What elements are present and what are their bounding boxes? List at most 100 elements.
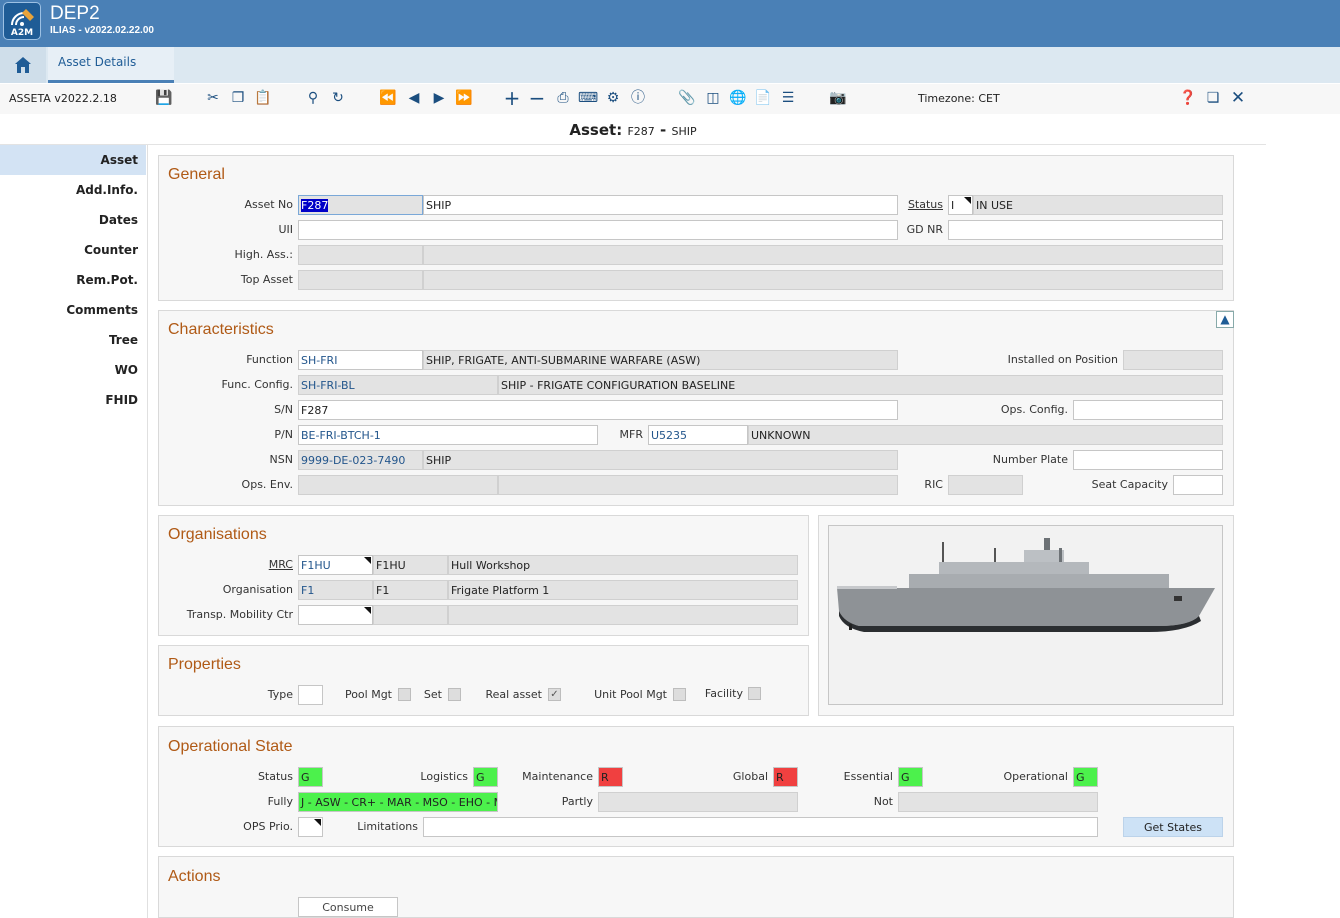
next-icon[interactable]: ▶ bbox=[430, 89, 448, 107]
func-config-label: Func. Config. bbox=[221, 378, 294, 391]
document-icon[interactable]: 📄 bbox=[754, 89, 772, 107]
seat-capacity-field[interactable] bbox=[1173, 475, 1223, 495]
number-plate-field[interactable] bbox=[1073, 450, 1223, 470]
sidebar-item-add-info[interactable]: Add.Info. bbox=[0, 175, 146, 205]
a2m-logo: A2M bbox=[3, 2, 41, 40]
get-states-button[interactable]: Get States bbox=[1123, 817, 1223, 837]
maintenance-indicator: R bbox=[598, 767, 623, 787]
remove-icon[interactable]: − bbox=[528, 88, 546, 108]
ops-config-field[interactable] bbox=[1073, 400, 1223, 420]
sidebar-item-fhid[interactable]: FHID bbox=[0, 385, 146, 415]
page-title: Asset: F287 - SHIP bbox=[0, 121, 1266, 145]
operational-indicator: G bbox=[1073, 767, 1098, 787]
transp-mobility-select[interactable] bbox=[298, 605, 373, 625]
prev-icon[interactable]: ◀ bbox=[405, 89, 423, 107]
sidebar-item-dates[interactable]: Dates bbox=[0, 205, 146, 235]
ops-prio-select[interactable] bbox=[298, 817, 323, 837]
camera-icon[interactable]: 📷 bbox=[829, 89, 847, 107]
refresh-icon[interactable]: ↻ bbox=[329, 89, 347, 107]
info-icon[interactable]: ⓘ bbox=[629, 89, 647, 107]
gdnr-field[interactable] bbox=[948, 220, 1223, 240]
search-icon[interactable]: ⚲ bbox=[304, 89, 322, 107]
ops-prio-label: OPS Prio. bbox=[243, 820, 293, 833]
status-label[interactable]: Status bbox=[880, 198, 943, 211]
ric-field bbox=[948, 475, 1023, 495]
ric-label: RIC bbox=[924, 478, 943, 491]
op-status-indicator: G bbox=[298, 767, 323, 787]
op-status-label: Status bbox=[257, 770, 293, 783]
mrc-code-select[interactable]: F1HU bbox=[298, 555, 373, 575]
print-icon[interactable]: ⎙ bbox=[554, 89, 572, 107]
sidebar-item-counter[interactable]: Counter bbox=[0, 235, 146, 265]
essential-indicator: G bbox=[898, 767, 923, 787]
function-desc-field: SHIP, FRIGATE, ANTI-SUBMARINE WARFARE (A… bbox=[423, 350, 898, 370]
list-icon[interactable]: ☰ bbox=[779, 89, 797, 107]
func-config-code-field[interactable]: SH-FRI-BL bbox=[298, 375, 498, 395]
last-icon[interactable]: ⏩ bbox=[455, 89, 473, 107]
asset-no-label: Asset No bbox=[244, 198, 293, 211]
paste-icon[interactable]: 📋 bbox=[254, 89, 272, 107]
facility-checkbox[interactable] bbox=[748, 687, 761, 700]
home-button[interactable] bbox=[0, 47, 46, 83]
organisation-code-field[interactable]: F1 bbox=[298, 580, 373, 600]
sidebar-item-asset[interactable]: Asset bbox=[0, 145, 146, 175]
asset-label: Asset: bbox=[569, 121, 623, 139]
tab-asset-details[interactable]: Asset Details bbox=[48, 47, 174, 83]
transp-mobility-desc-field bbox=[448, 605, 798, 625]
collapse-arrow-icon[interactable]: ▲ bbox=[1216, 311, 1234, 328]
operational-label: Operational bbox=[1003, 770, 1068, 783]
attach-icon[interactable]: 📎 bbox=[678, 89, 696, 107]
asset-code: F287 bbox=[627, 125, 655, 138]
save-icon[interactable]: 💾 bbox=[155, 89, 173, 107]
not-field bbox=[898, 792, 1098, 812]
facility-label: Facility bbox=[704, 687, 743, 700]
sidebar-item-wo[interactable]: WO bbox=[0, 355, 146, 385]
sidebar-item-rem-pot[interactable]: Rem.Pot. bbox=[0, 265, 146, 295]
status-code-select[interactable]: I bbox=[948, 195, 973, 215]
consume-button[interactable]: Consume bbox=[298, 897, 398, 917]
nsn-desc-field: SHIP bbox=[423, 450, 898, 470]
actions-title: Actions bbox=[168, 868, 221, 885]
close-icon[interactable]: ✕ bbox=[1229, 89, 1247, 107]
asset-desc-field[interactable]: SHIP bbox=[423, 195, 898, 215]
app-version: ILIAS - v2022.02.22.00 bbox=[50, 25, 154, 36]
partly-label: Partly bbox=[561, 795, 593, 808]
type-field[interactable] bbox=[298, 685, 323, 705]
pn-field[interactable]: BE-FRI-BTCH-1 bbox=[298, 425, 598, 445]
gdnr-label: GD NR bbox=[906, 223, 943, 236]
sidebar-item-tree[interactable]: Tree bbox=[0, 325, 146, 355]
nsn-field[interactable]: 9999-DE-023-7490 bbox=[298, 450, 423, 470]
high-ass-label: High. Ass.: bbox=[234, 248, 293, 261]
sn-field[interactable]: F287 bbox=[298, 400, 898, 420]
logistics-label: Logistics bbox=[420, 770, 468, 783]
unit-pool-mgt-checkbox[interactable] bbox=[673, 688, 686, 701]
asset-no-field[interactable]: F287 bbox=[298, 195, 423, 215]
panel-icon[interactable]: ◫ bbox=[704, 89, 722, 107]
keyboard-icon[interactable]: ⌨ bbox=[578, 89, 598, 107]
mrc-label[interactable]: MRC bbox=[190, 558, 293, 571]
function-code-field[interactable]: SH-FRI bbox=[298, 350, 423, 370]
add-icon[interactable]: + bbox=[503, 88, 521, 108]
operational-state-title: Operational State bbox=[168, 738, 293, 755]
limitations-field[interactable] bbox=[423, 817, 1098, 837]
sidebar-item-comments[interactable]: Comments bbox=[0, 295, 146, 325]
tab-bar bbox=[0, 47, 1340, 83]
ship-image bbox=[828, 525, 1223, 705]
transp-mobility-code-field bbox=[373, 605, 448, 625]
settings-icon[interactable]: ⚙ bbox=[604, 89, 622, 107]
home-icon bbox=[15, 57, 31, 73]
copy-icon[interactable]: ❐ bbox=[229, 89, 247, 107]
transp-mobility-label: Transp. Mobility Ctr bbox=[186, 608, 293, 621]
window-icon[interactable]: ❏ bbox=[1204, 89, 1222, 107]
help-icon[interactable]: ❓ bbox=[1179, 89, 1197, 107]
first-icon[interactable]: ⏪ bbox=[379, 89, 397, 107]
mfr-code-field[interactable]: U5235 bbox=[648, 425, 748, 445]
uii-field[interactable] bbox=[298, 220, 898, 240]
toolbar bbox=[0, 84, 1340, 114]
globe-icon[interactable]: 🌐 bbox=[729, 89, 747, 107]
set-checkbox[interactable] bbox=[448, 688, 461, 701]
real-asset-checkbox[interactable]: ✓ bbox=[548, 688, 561, 701]
pool-mgt-checkbox[interactable] bbox=[398, 688, 411, 701]
cut-icon[interactable]: ✂ bbox=[204, 89, 222, 107]
top-asset-code-field bbox=[298, 270, 423, 290]
